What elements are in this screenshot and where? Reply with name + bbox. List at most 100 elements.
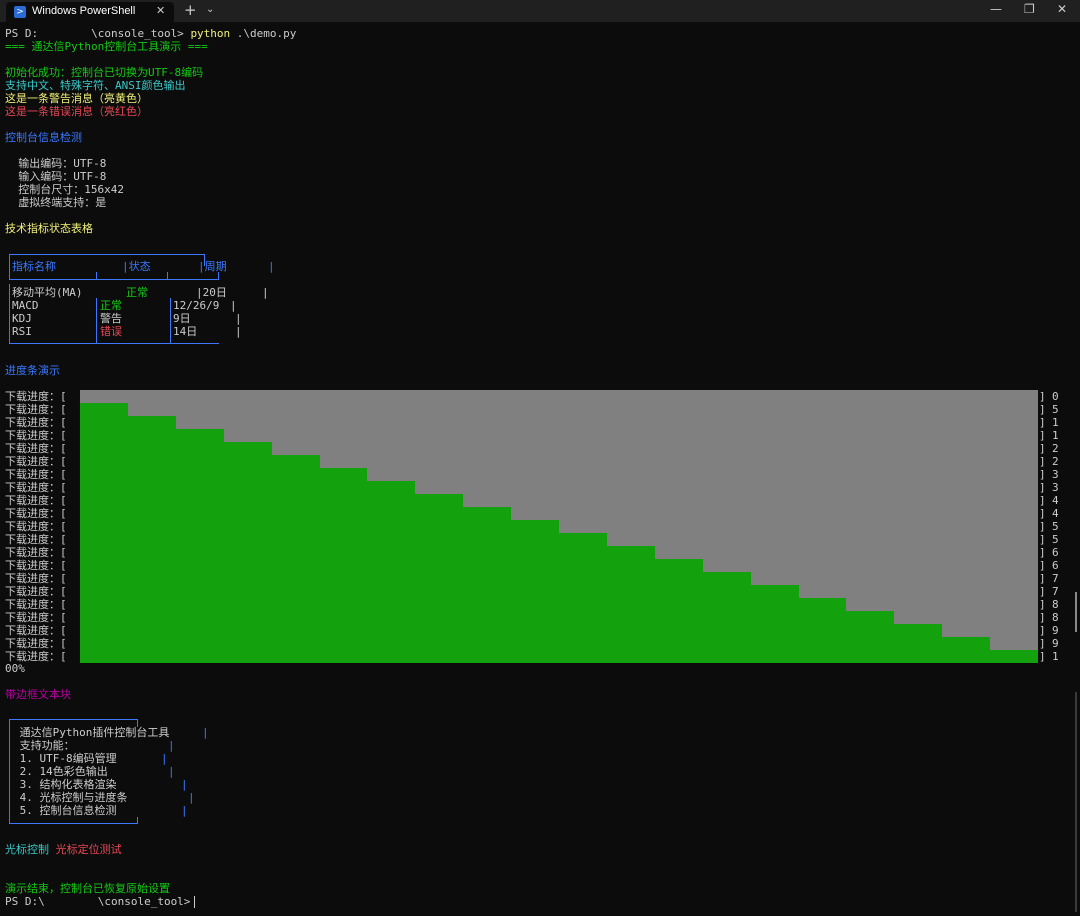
progress-percent: 8 [1052,598,1059,611]
progress-heading: 进度条演示 [5,364,60,377]
progress-close: ] [1039,494,1046,507]
progress-close: ] [1039,637,1046,650]
progress-label: 下载进度：[ [5,546,67,559]
progress-close: ] [1039,650,1046,663]
close-button[interactable]: ✕ [1057,2,1067,16]
progress-label: 下载进度：[ [5,416,67,429]
table-header-period: |周期 [198,260,227,273]
progress-close: ] [1039,416,1046,429]
progress-label: 下载进度：[ [5,455,67,468]
bordered-line-end: | [202,726,209,739]
minimize-button[interactable]: — [990,2,1002,16]
progress-bar-fill [80,559,703,572]
bordered-heading: 带边框文本块 [5,688,71,701]
prompt: PS D: \console_tool> [5,27,191,40]
tab-close-icon[interactable]: ✕ [156,4,165,17]
new-tab-button[interactable]: + [184,1,197,19]
maximize-button[interactable]: ❐ [1024,2,1035,16]
tab-title: Windows PowerShell [32,5,136,17]
progress-close: ] [1039,442,1046,455]
progress-percent: 9 [1052,637,1059,650]
info-line: 控制台尺寸：156x42 [5,183,124,196]
progress-percent: 0 [1052,390,1059,403]
progress-bar-fill [80,507,511,520]
progress-close: ] [1039,468,1046,481]
chevron-down-icon[interactable]: ⌄ [206,4,214,15]
progress-bar-fill [80,468,367,481]
progress-bar-track [80,416,1038,429]
progress-label: 下载进度：[ [5,481,67,494]
table-cell-name: RSI [12,325,32,338]
progress-label: 下载进度：[ [5,520,67,533]
progress-bar-fill [80,598,846,611]
scroll-track[interactable] [1075,692,1077,912]
progress-percent: 1 [1052,416,1059,429]
scroll-thumb[interactable] [1075,592,1077,632]
info-line: 输出编码：UTF-8 [5,157,107,170]
init-message: 初始化成功：控制台已切换为UTF-8编码 [5,66,204,79]
bordered-line: 2. 14色彩色输出 [13,765,108,778]
tab-powershell[interactable]: > Windows PowerShell ✕ [6,2,174,22]
scrollbar[interactable] [1072,22,1080,916]
bordered-line-end: | [161,752,168,765]
table-cell-name: KDJ [12,312,32,325]
progress-percent: 1 [1052,429,1059,442]
progress-percent: 7 [1052,572,1059,585]
progress-label: 下载进度：[ [5,611,67,624]
prompt-line-2[interactable]: PS D:\ \console_tool> [5,895,197,908]
table-cell-end: | [230,299,237,312]
info-line: 输入编码：UTF-8 [5,170,107,183]
warning-message: 这是一条警告消息（亮黄色） [5,92,148,105]
progress-percent: 5 [1052,520,1059,533]
progress-bar-fill [80,520,559,533]
bordered-line: 4. 光标控制与进度条 [13,791,128,804]
progress-label: 下载进度：[ [5,507,67,520]
progress-percent: 2 [1052,455,1059,468]
table-cell-status: 警告 [100,312,122,325]
progress-bar-fill [80,572,751,585]
progress-bar-fill [80,403,128,416]
progress-bar-fill [80,429,224,442]
table-cell-status: 错误 [100,325,122,338]
progress-close: ] [1039,611,1046,624]
progress-bar-fill [80,585,799,598]
progress-close: ] [1039,624,1046,637]
powershell-icon: > [14,6,26,18]
prompt: PS D:\ \console_tool> [5,895,198,908]
command-args: .\demo.py [230,27,297,40]
progress-percent: 8 [1052,611,1059,624]
table-cell-end: | [235,312,242,325]
progress-bar-fill [80,546,655,559]
progress-label: 下载进度：[ [5,442,67,455]
table-header-name: 指标名称 [12,260,56,273]
progress-close: ] [1039,585,1046,598]
progress-percent: 3 [1052,481,1059,494]
progress-percent: 9 [1052,624,1059,637]
progress-bar-fill [80,611,894,624]
table-header-status: |状态 [122,260,151,273]
progress-percent: 1 [1052,650,1059,663]
progress-percent: 6 [1052,546,1059,559]
progress-bar-fill [80,455,320,468]
progress-bar-fill [80,481,415,494]
progress-close: ] [1039,429,1046,442]
table-cell-name: MACD [12,299,39,312]
table-heading: 技术指标状态表格 [5,222,93,235]
progress-percent: 6 [1052,559,1059,572]
table-cell-status: 正常 [126,286,148,299]
progress-close: ] [1039,507,1046,520]
terminal-output[interactable]: PS D: \console_tool> python .\demo.py ==… [0,22,1072,916]
progress-label: 下载进度：[ [5,624,67,637]
progress-close: ] [1039,546,1046,559]
progress-label: 下载进度：[ [5,572,67,585]
text-cursor [194,896,195,908]
cursor-control-line: 光标控制 光标定位测试 [5,843,122,856]
progress-label: 下载进度：[ [5,403,67,416]
progress-close: ] [1039,390,1046,403]
progress-bar-track [80,403,1038,416]
bordered-line: 3. 结构化表格渲染 [13,778,117,791]
info-heading: 控制台信息检测 [5,131,82,144]
progress-percent: 3 [1052,468,1059,481]
progress-bar-fill [80,416,176,429]
progress-bar-fill [80,637,990,650]
